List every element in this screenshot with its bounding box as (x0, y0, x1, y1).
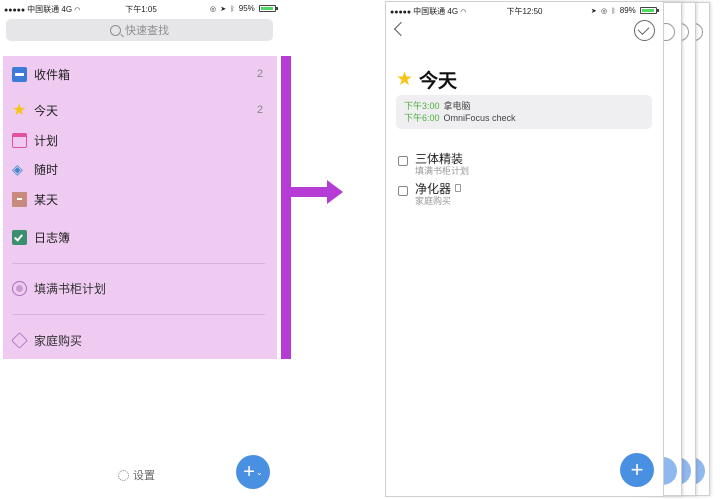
settings-button[interactable]: 设置 (118, 467, 155, 483)
sidebar-item-tag[interactable]: 家庭购买 (11, 330, 267, 350)
search-input[interactable]: 快速查找 (6, 19, 273, 41)
sidebar-item-label: 某天 (34, 192, 59, 207)
task-project: 家庭购买 (415, 196, 452, 206)
alarm-icon: ◎ (600, 8, 608, 15)
task-row[interactable]: 三体精装 填满书柜计划 (398, 152, 469, 177)
sidebar-item-plan[interactable]: 计划 (12, 130, 267, 150)
plus-icon: + (243, 460, 255, 483)
star-icon: ★ (396, 69, 414, 90)
task-row[interactable]: 净化器 家庭购买 (398, 182, 462, 207)
location-icon: ➤ (590, 8, 597, 15)
page-title: 今天 (419, 71, 458, 92)
sidebar-item-label: 随时 (34, 162, 59, 177)
sidebar-item-today[interactable]: ★ 今天 2 (12, 100, 267, 120)
event-time: 下午3:00 (404, 101, 440, 111)
item-count: 2 (256, 68, 263, 80)
divider (12, 314, 265, 315)
divider (12, 263, 265, 264)
sidebar-item-anytime[interactable]: ◈ 随时 (12, 159, 267, 179)
settings-label: 设置 (133, 470, 155, 482)
calendar-events: 下午3:00 拿电脑 下午6:00 OmniFocus check (396, 95, 652, 129)
sidebar-item-logbook[interactable]: 日志簿 (12, 227, 267, 247)
task-checkbox[interactable] (398, 156, 408, 166)
battery-fill (261, 7, 273, 10)
sidebar-item-project[interactable]: 填满书柜计划 (12, 278, 267, 298)
sidebar-item-label: 计划 (34, 133, 59, 148)
task-name: 三体精装 (415, 152, 464, 166)
back-icon[interactable] (393, 21, 409, 37)
task-project: 填满书柜计划 (415, 166, 470, 176)
add-button[interactable]: + (620, 453, 654, 487)
check-circle-icon[interactable] (634, 20, 655, 41)
event-name: OmniFocus check (443, 113, 516, 123)
sidebar-item-label: 收件箱 (34, 67, 71, 82)
right-screen: ●●●●● 中国联通 4G ◠ 下午12:50 ➤ ◎ ᛒ 89% ★ 今天 下午… (385, 1, 664, 497)
archive-icon (12, 191, 27, 207)
cube-icon (11, 331, 28, 349)
note-icon (455, 184, 462, 192)
bracket-bar (281, 56, 291, 359)
sidebar-item-label: 今天 (34, 103, 59, 118)
battery-percent: 95% (238, 4, 255, 13)
bluetooth-icon: ᛒ (230, 6, 235, 13)
alarm-icon: ◎ (209, 6, 216, 13)
event-name: 拿电脑 (443, 101, 471, 111)
task-name: 净化器 (415, 182, 452, 196)
bluetooth-icon: ᛒ (611, 8, 616, 15)
sidebar-item-label: 填满书柜计划 (34, 281, 107, 296)
sidebar-item-someday[interactable]: 某天 (12, 189, 267, 209)
sidebar-item-label: 日志簿 (34, 230, 71, 245)
project-icon (12, 280, 27, 296)
location-icon: ➤ (220, 6, 227, 13)
task-checkbox[interactable] (398, 186, 408, 196)
arrow-stem (290, 187, 328, 197)
calendar-icon (12, 132, 27, 148)
status-bar: ●●●●● 中国联通 4G ◠ 下午1:05 ◎ ➤ ᛒ 95% (0, 0, 282, 17)
status-bar: ●●●●● 中国联通 4G ◠ 下午12:50 ➤ ◎ ᛒ 89% (386, 2, 663, 19)
journal-icon (12, 229, 27, 245)
inbox-icon (12, 66, 27, 82)
gear-icon (118, 469, 129, 481)
event-time: 下午6:00 (404, 113, 440, 123)
star-icon: ★ (12, 101, 27, 119)
calendar-event[interactable]: 下午3:00 拿电脑 (404, 100, 644, 112)
add-button[interactable]: + ⌄ (236, 455, 270, 489)
arrow-right-icon (327, 180, 343, 204)
search-icon (110, 24, 121, 36)
battery-icon (259, 5, 278, 12)
chevron-down-icon: ⌄ (255, 467, 263, 477)
item-count: 2 (256, 104, 263, 116)
title-row: ★ 今天 (396, 66, 457, 93)
battery-icon (640, 7, 659, 14)
battery-percent: 89% (619, 6, 636, 15)
calendar-event[interactable]: 下午6:00 OmniFocus check (404, 112, 644, 124)
search-placeholder: 快速查找 (125, 25, 169, 37)
battery-fill (642, 9, 654, 12)
left-screen: ●●●●● 中国联通 4G ◠ 下午1:05 ◎ ➤ ᛒ 95% 快速查找 收件箱… (0, 0, 282, 499)
sidebar-item-label: 家庭购买 (34, 333, 83, 348)
layers-icon: ◈ (12, 160, 23, 177)
sidebar-item-inbox[interactable]: 收件箱 2 (12, 64, 267, 84)
